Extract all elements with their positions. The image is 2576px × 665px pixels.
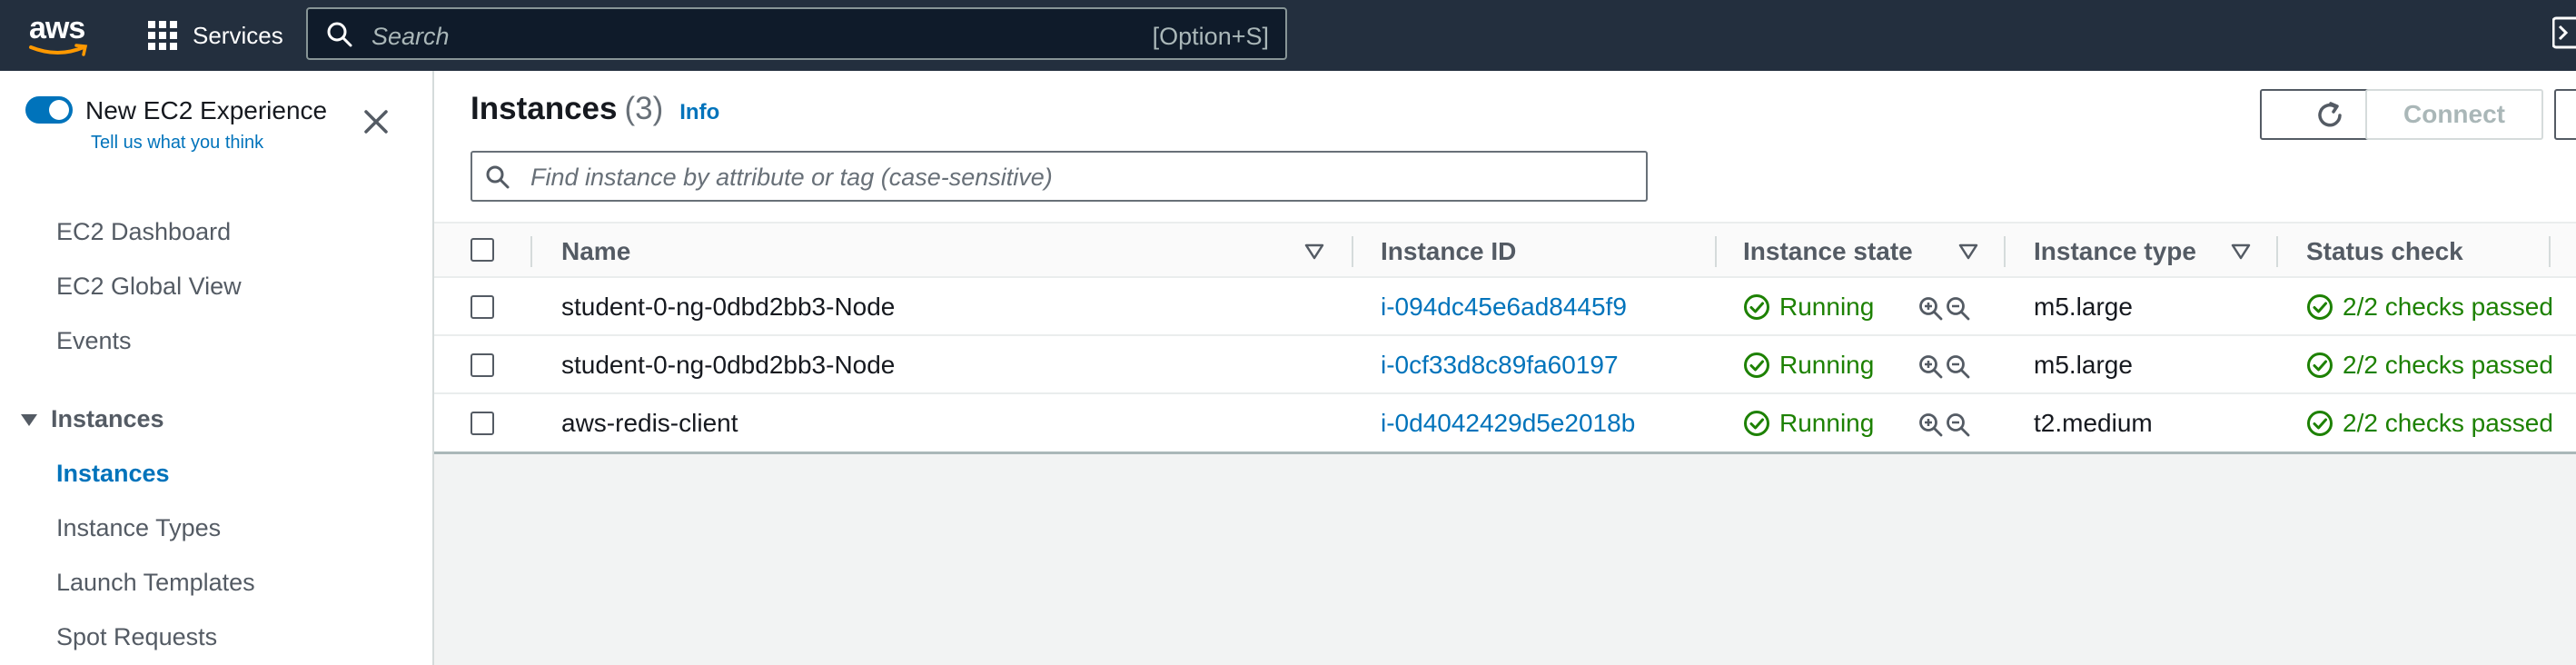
search-icon — [327, 22, 352, 47]
select-all-checkbox[interactable] — [471, 238, 494, 262]
row-checkbox[interactable] — [471, 353, 494, 377]
toggle-knob — [49, 100, 69, 120]
status-check: 2/2 checks passed — [2306, 351, 2553, 380]
check-circle-icon — [2307, 411, 2333, 436]
check-circle-icon — [2307, 352, 2333, 378]
instance-name: aws-redis-client — [561, 409, 738, 437]
info-link[interactable]: Info — [679, 100, 719, 125]
instance-count: (3) — [624, 91, 664, 126]
aws-logo[interactable]: aws — [27, 11, 91, 60]
connect-button[interactable]: Connect — [2365, 89, 2543, 140]
services-label: Services — [193, 21, 283, 49]
column-divider — [2549, 236, 2551, 267]
check-circle-icon — [1744, 352, 1769, 378]
status-label: 2/2 checks passed — [2343, 409, 2553, 437]
check-circle-icon — [2307, 294, 2333, 320]
state-label: Running — [1779, 351, 1875, 379]
state-zoom-controls — [1918, 296, 1973, 322]
grid-icon — [148, 21, 177, 50]
column-divider — [1715, 236, 1717, 267]
table-row[interactable]: student-0-ng-0dbd2bb3-Node i-094dc45e6ad… — [434, 278, 2576, 336]
state-zoom-controls — [1918, 354, 1973, 380]
sidebar-item-ec2-dashboard[interactable]: EC2 Dashboard — [56, 218, 231, 246]
services-menu-button[interactable]: Services — [147, 16, 283, 55]
caret-down-icon — [21, 413, 37, 426]
zoom-in-icon[interactable] — [1918, 412, 1946, 438]
instance-type: m5.large — [2034, 293, 2133, 321]
row-checkbox[interactable] — [471, 295, 494, 319]
sidebar-item-ec2-global-view[interactable]: EC2 Global View — [56, 273, 242, 301]
aws-logo-text: aws — [29, 11, 85, 45]
state-zoom-controls — [1918, 412, 1973, 438]
sidebar-item-instances[interactable]: Instances — [56, 460, 170, 488]
column-header-instance-type[interactable]: Instance type — [2034, 237, 2196, 266]
instance-id-link[interactable]: i-094dc45e6ad8445f9 — [1381, 293, 1627, 322]
instance-name: student-0-ng-0dbd2bb3-Node — [561, 351, 896, 379]
instance-type: m5.large — [2034, 351, 2133, 379]
filter-placeholder: Find instance by attribute or tag (case-… — [530, 164, 1053, 191]
instance-state: Running — [1743, 351, 1874, 380]
status-label: 2/2 checks passed — [2343, 351, 2553, 379]
refresh-icon — [2318, 102, 2342, 127]
zoom-in-icon[interactable] — [1918, 354, 1946, 380]
check-circle-icon — [1744, 411, 1769, 436]
column-divider — [530, 236, 532, 267]
column-header-status-check[interactable]: Status check — [2306, 237, 2463, 266]
column-header-instance-id[interactable]: Instance ID — [1381, 237, 1516, 266]
column-header-name[interactable]: Name — [561, 237, 630, 266]
sidebar-item-launch-templates[interactable]: Launch Templates — [56, 569, 255, 597]
sidebar-section-instances[interactable]: Instances — [20, 405, 164, 433]
table-row[interactable]: student-0-ng-0dbd2bb3-Node i-0cf33d8c89f… — [434, 336, 2576, 394]
table-row[interactable]: aws-redis-client i-0d4042429d5e2018b Run… — [434, 394, 2576, 452]
page-title: Instances — [471, 91, 618, 126]
status-check: 2/2 checks passed — [2306, 409, 2553, 438]
main-content: Instances (3) Info Connect Find instance… — [434, 71, 2576, 665]
instance-name: student-0-ng-0dbd2bb3-Node — [561, 293, 896, 321]
search-placeholder: Search — [372, 23, 450, 50]
instance-state-dropdown-button[interactable] — [2554, 89, 2576, 140]
sidebar: New EC2 Experience Tell us what you thin… — [0, 71, 434, 665]
instance-filter-input[interactable]: Find instance by attribute or tag (case-… — [471, 151, 1648, 202]
row-checkbox[interactable] — [471, 412, 494, 435]
panel-header: Instances (3) Info — [471, 91, 719, 127]
instances-panel: Instances (3) Info Connect Find instance… — [434, 71, 2576, 454]
close-icon — [364, 110, 388, 134]
zoom-in-icon[interactable] — [1918, 296, 1946, 322]
column-divider — [1352, 236, 1353, 267]
state-label: Running — [1779, 293, 1875, 321]
zoom-out-icon[interactable] — [1946, 296, 1973, 322]
column-divider — [2276, 236, 2278, 267]
state-label: Running — [1779, 409, 1875, 437]
instance-state: Running — [1743, 293, 1874, 322]
sidebar-section-label: Instances — [51, 405, 164, 432]
column-divider — [2004, 236, 2006, 267]
sidebar-item-events[interactable]: Events — [56, 327, 132, 355]
instance-type: t2.medium — [2034, 409, 2153, 437]
new-experience-toggle[interactable] — [25, 96, 73, 124]
top-navigation: aws Services Search [Option+S] — [0, 0, 2576, 71]
feedback-link[interactable]: Tell us what you think — [91, 133, 263, 154]
column-header-instance-state[interactable]: Instance state — [1743, 237, 1913, 266]
aws-smile-icon — [29, 44, 88, 56]
global-search-input[interactable]: Search [Option+S] — [306, 7, 1287, 60]
new-experience-label: New EC2 Experience — [85, 96, 328, 124]
instance-state: Running — [1743, 409, 1874, 438]
instance-id-link[interactable]: i-0d4042429d5e2018b — [1381, 409, 1635, 438]
sidebar-item-instance-types[interactable]: Instance Types — [56, 514, 221, 542]
sort-icon[interactable] — [1304, 243, 1324, 260]
search-icon — [486, 165, 510, 189]
sort-icon[interactable] — [1958, 243, 1978, 260]
table-header: Name Instance ID Instance state Instance… — [434, 222, 2576, 278]
status-check: 2/2 checks passed — [2306, 293, 2553, 322]
close-sidebar-button[interactable] — [363, 109, 389, 134]
zoom-out-icon[interactable] — [1946, 412, 1973, 438]
instance-id-link[interactable]: i-0cf33d8c89fa60197 — [1381, 351, 1619, 380]
sidebar-item-spot-requests[interactable]: Spot Requests — [56, 623, 217, 651]
status-label: 2/2 checks passed — [2343, 293, 2553, 321]
cloudshell-icon[interactable] — [2552, 16, 2576, 49]
search-shortcut-hint: [Option+S] — [1152, 23, 1269, 50]
sort-icon[interactable] — [2231, 243, 2251, 260]
zoom-out-icon[interactable] — [1946, 354, 1973, 380]
check-circle-icon — [1744, 294, 1769, 320]
